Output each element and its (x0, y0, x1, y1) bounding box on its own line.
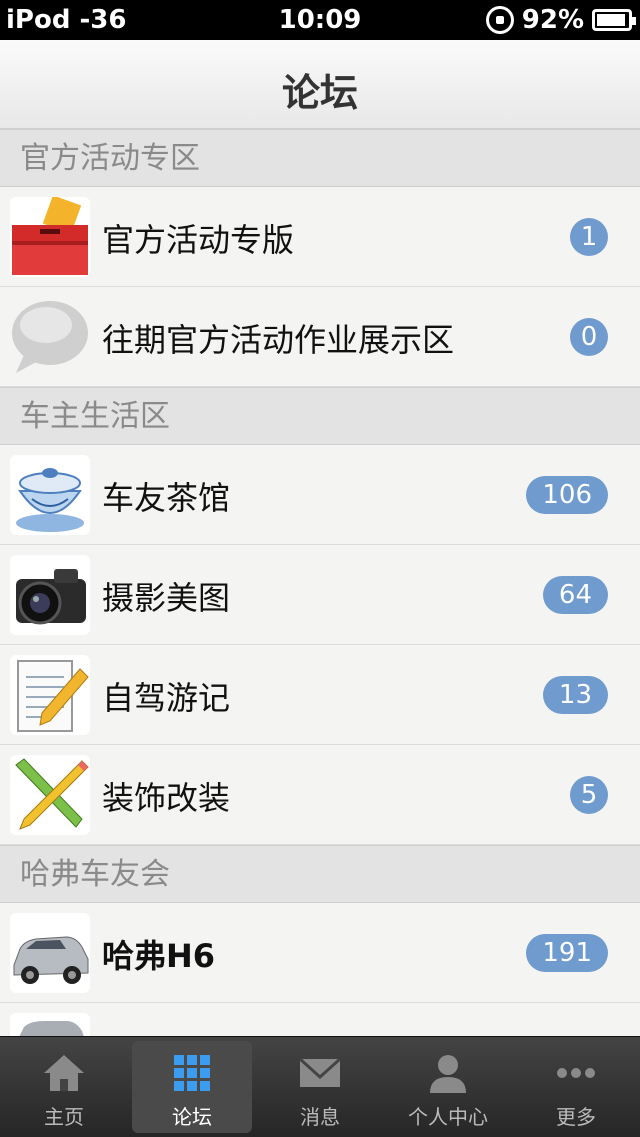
car-icon (10, 1013, 90, 1036)
list-item[interactable]: 摄影美图 64 (0, 545, 640, 645)
forum-name: 摄影美图 (102, 579, 231, 617)
forum-name: 哈弗H6 (102, 937, 216, 975)
ballot-box-icon (10, 197, 90, 277)
forum-name: 装饰改装 (102, 779, 231, 817)
tab-label: 论坛 (172, 1105, 212, 1129)
tab-forum[interactable]: 论坛 (132, 1041, 252, 1133)
section-header: 官方活动专区 (0, 129, 640, 187)
page-title: 论坛 (281, 71, 358, 115)
teacup-icon (10, 455, 90, 535)
status-right: 92% (485, 5, 636, 35)
tab-home[interactable]: 主页 (4, 1041, 124, 1133)
forum-name: 自驾游记 (102, 679, 231, 717)
list-item[interactable]: 装饰改装 5 (0, 745, 640, 845)
section-header: 哈弗车友会 (0, 845, 640, 903)
pencil-brush-icon (10, 755, 90, 835)
camera-icon (10, 555, 90, 635)
count-badge: 1 (570, 218, 608, 256)
list-item[interactable]: 自驾游记 13 (0, 645, 640, 745)
count-badge: 64 (542, 576, 608, 614)
list-item[interactable]: 哈弗H6 191 (0, 903, 640, 1003)
speech-bubble-icon (10, 297, 90, 377)
home-icon (42, 1051, 86, 1095)
navigation-bar: 论坛 (0, 40, 640, 129)
forum-list[interactable]: 官方活动专区 官方活动专版 1 往期官方活动作业展示区 0 车主生活区 车友茶馆… (0, 129, 640, 1036)
tab-label: 个人中心 (408, 1105, 488, 1129)
rotation-lock-icon (485, 6, 514, 34)
notepad-pencil-icon (10, 655, 90, 735)
more-dots-icon (554, 1051, 598, 1095)
suv-car-icon (10, 913, 90, 993)
grid-icon (170, 1051, 214, 1095)
count-badge: 106 (526, 476, 608, 514)
count-badge: 13 (542, 676, 608, 714)
section-header: 车主生活区 (0, 387, 640, 445)
tab-label: 更多 (556, 1105, 596, 1129)
forum-name: 官方活动专版 (102, 221, 295, 259)
battery-icon (592, 9, 636, 31)
tab-messages[interactable]: 消息 (260, 1041, 380, 1133)
list-item-partial[interactable] (0, 1003, 640, 1036)
tab-label: 主页 (44, 1105, 84, 1129)
count-badge: 191 (526, 934, 608, 972)
tab-bar: 主页 论坛 消息 个人中心 更多 (0, 1036, 640, 1137)
tab-label: 消息 (300, 1105, 340, 1129)
battery-percent: 92% (521, 5, 584, 35)
list-item[interactable]: 官方活动专版 1 (0, 187, 640, 287)
list-item[interactable]: 往期官方活动作业展示区 0 (0, 287, 640, 387)
status-bar: iPod -36 10:09 92% (0, 0, 640, 40)
count-badge: 5 (570, 776, 608, 814)
tab-profile[interactable]: 个人中心 (388, 1041, 508, 1133)
tab-more[interactable]: 更多 (516, 1041, 636, 1133)
list-item[interactable]: 车友茶馆 106 (0, 445, 640, 545)
envelope-icon (298, 1051, 342, 1095)
forum-name: 往期官方活动作业展示区 (102, 321, 455, 359)
count-badge: 0 (570, 318, 608, 356)
forum-name: 车友茶馆 (102, 479, 231, 517)
person-icon (426, 1051, 470, 1095)
